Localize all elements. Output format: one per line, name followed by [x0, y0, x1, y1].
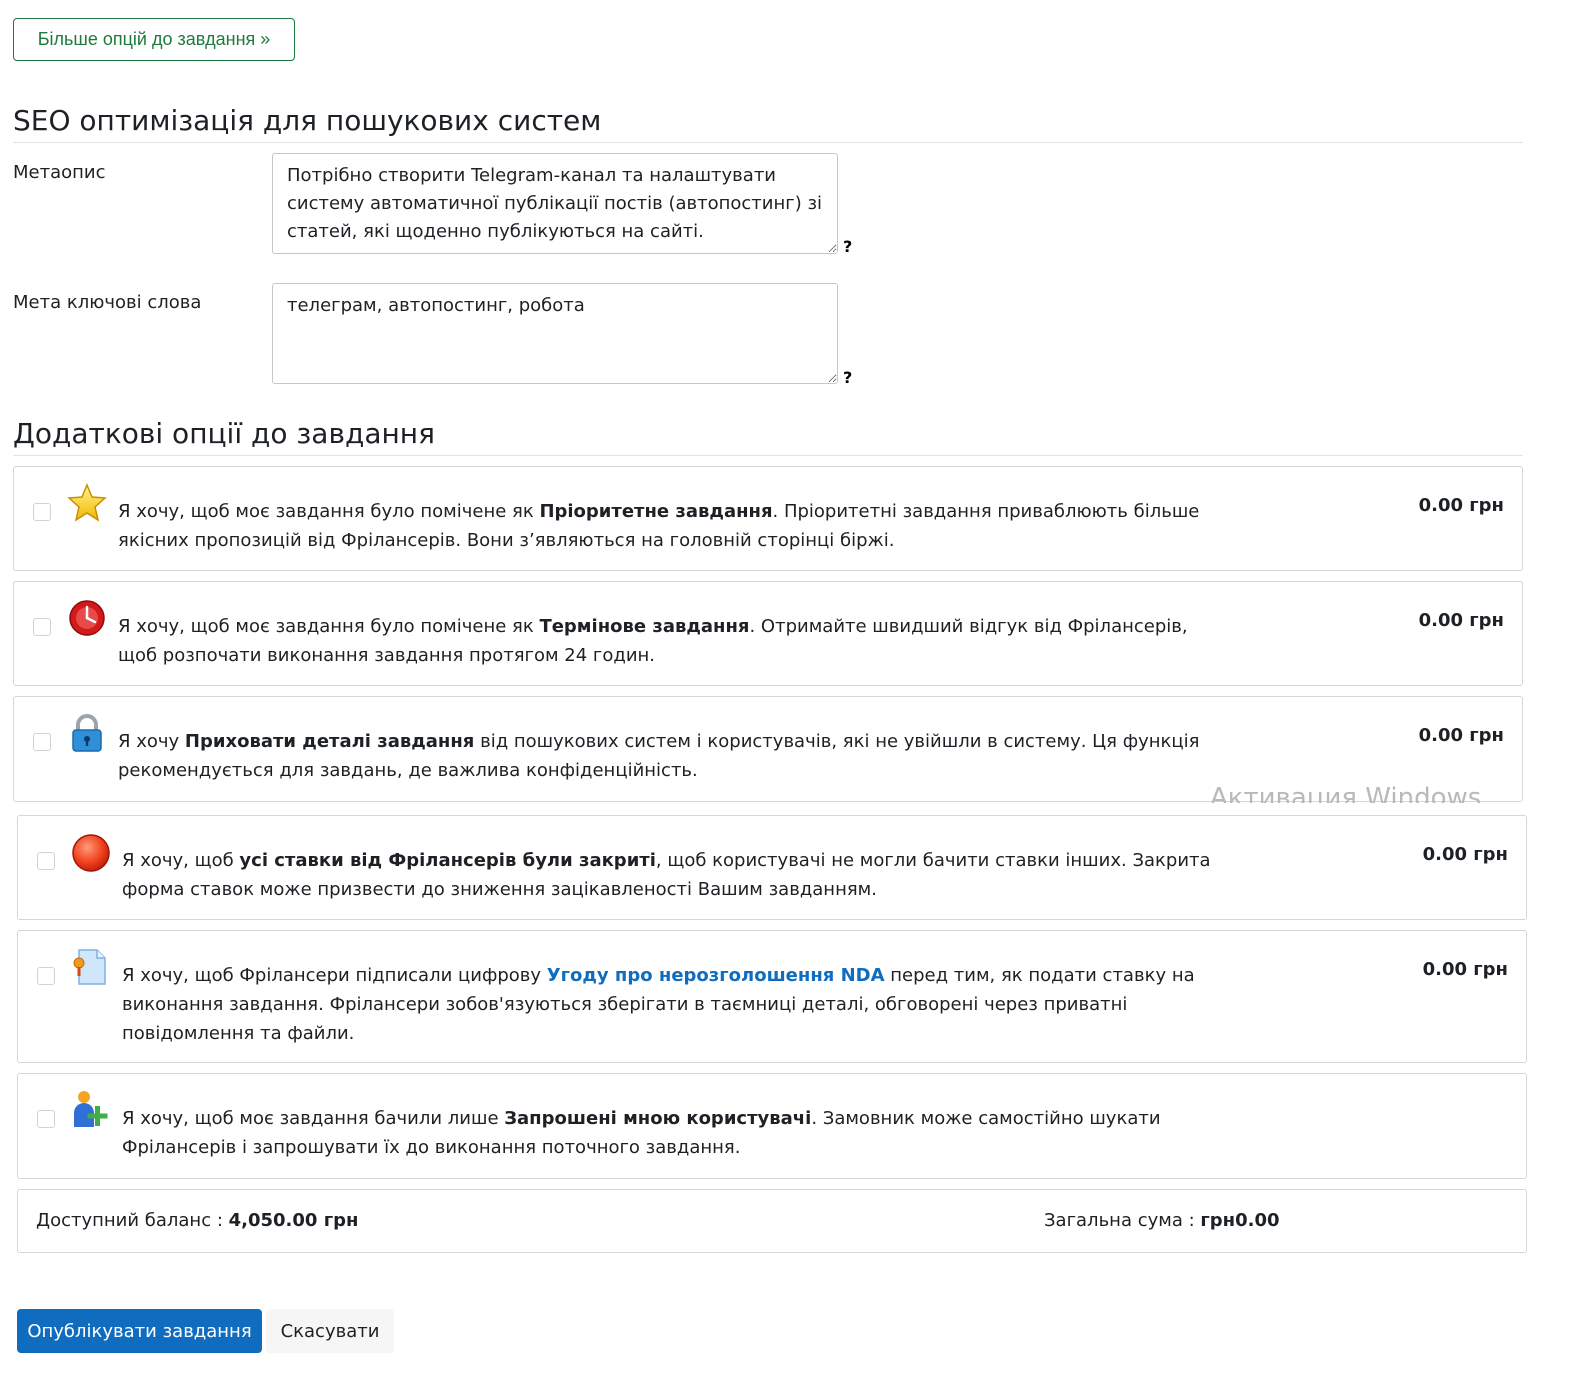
user-add-icon: [74, 1091, 108, 1127]
lock-icon: [72, 714, 102, 752]
option-priority-price: 0.00 грн: [1418, 495, 1504, 516]
option-sealed-bids-price: 0.00 грн: [1422, 844, 1508, 865]
option-invited-only: Я хочу, щоб моє завдання бачили лише Зап…: [17, 1073, 1527, 1179]
option-urgent: Я хочу, щоб моє завдання було помічене я…: [13, 581, 1523, 686]
option-nda-checkbox[interactable]: [37, 967, 55, 985]
red-circle-icon: [72, 834, 110, 872]
option-sealed-bids: Я хочу, щоб усі ставки від Фрілансерів б…: [17, 815, 1527, 920]
option-hide-details-price: 0.00 грн: [1418, 725, 1504, 746]
meta-description-label: Метаопис: [13, 162, 106, 183]
meta-keywords-help-icon[interactable]: ?: [843, 368, 852, 387]
meta-keywords-field[interactable]: телеграм, автопостинг, робота: [272, 283, 838, 384]
option-urgent-text: Я хочу, щоб моє завдання було помічене я…: [118, 616, 1188, 666]
option-invited-only-title: Запрошені мною користувачі: [504, 1108, 812, 1129]
option-urgent-price: 0.00 грн: [1418, 610, 1504, 631]
more-options-button[interactable]: Більше опцій до завдання »: [13, 18, 295, 61]
certificate-document-icon: [73, 949, 106, 985]
windows-activation-watermark: Активация Windows: [1210, 783, 1482, 803]
balance-summary: Доступний баланс : 4,050.00 грн Загальна…: [17, 1189, 1527, 1253]
publish-task-button[interactable]: Опублікувати завдання: [17, 1309, 262, 1353]
options-section-divider: [13, 455, 1523, 456]
meta-description-help-icon[interactable]: ?: [843, 237, 852, 256]
star-icon: [67, 483, 107, 522]
option-nda-price: 0.00 грн: [1422, 959, 1508, 980]
total-amount-value: грн0.00: [1200, 1210, 1280, 1231]
nda-agreement-link[interactable]: Угоду про нерозголошення NDA: [547, 965, 885, 986]
option-urgent-checkbox[interactable]: [33, 618, 51, 636]
option-sealed-bids-checkbox[interactable]: [37, 852, 55, 870]
option-priority-checkbox[interactable]: [33, 503, 51, 521]
option-invited-only-text: Я хочу, щоб моє завдання бачили лише Зап…: [122, 1108, 1161, 1158]
available-balance: Доступний баланс : 4,050.00 грн: [36, 1210, 359, 1231]
seo-section-heading: SEO оптимізація для пошукових систем: [13, 104, 602, 137]
total-amount: Загальна сума : грн0.00: [1044, 1210, 1280, 1231]
option-nda-text: Я хочу, щоб Фрілансери підписали цифрову…: [122, 965, 1195, 1044]
option-urgent-title: Термінове завдання: [539, 616, 750, 637]
option-invited-only-checkbox[interactable]: [37, 1110, 55, 1128]
option-hide-details-title: Приховати деталі завдання: [184, 731, 475, 752]
option-priority-text: Я хочу, щоб моє завдання було помічене я…: [118, 501, 1200, 551]
clock-icon: [69, 600, 105, 636]
option-nda: Я хочу, щоб Фрілансери підписали цифрову…: [17, 930, 1527, 1063]
available-balance-value: 4,050.00 грн: [228, 1210, 359, 1231]
option-sealed-bids-text: Я хочу, щоб усі ставки від Фрілансерів б…: [122, 850, 1211, 900]
option-hide-details-text: Я хочу Приховати деталі завдання від пош…: [118, 731, 1200, 781]
seo-section-divider: [13, 142, 1523, 143]
option-sealed-bids-title: усі ставки від Фрілансерів були закриті: [239, 850, 656, 871]
cancel-button[interactable]: Скасувати: [266, 1309, 394, 1353]
meta-keywords-label: Мета ключові слова: [13, 292, 202, 313]
meta-description-field[interactable]: Потрібно створити Telegram-канал та нала…: [272, 153, 838, 254]
option-priority-title: Пріоритетне завдання: [539, 501, 773, 522]
option-hide-details-checkbox[interactable]: [33, 733, 51, 751]
options-section-heading: Додаткові опції до завдання: [13, 417, 435, 450]
option-priority: Я хочу, щоб моє завдання було помічене я…: [13, 466, 1523, 571]
